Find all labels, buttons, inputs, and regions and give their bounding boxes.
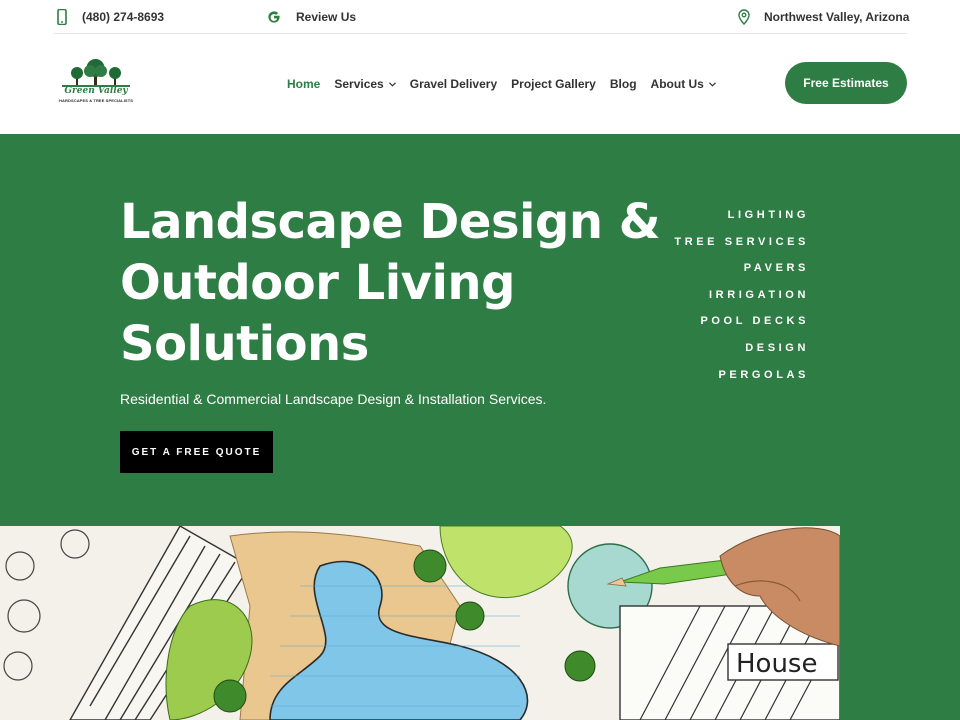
trees-logo-icon: [62, 59, 130, 87]
nav-item-project-gallery[interactable]: Project Gallery: [511, 77, 596, 91]
landscape-plan-illustration: House: [0, 526, 840, 720]
nav-item-home[interactable]: Home: [287, 77, 320, 91]
nav-label: Gravel Delivery: [409, 77, 498, 91]
site-header: Green Valley HARDSCAPES & TREE SPECIALIS…: [0, 34, 960, 134]
service-link-design[interactable]: DESIGN: [674, 335, 809, 362]
nav-label: Project Gallery: [511, 77, 596, 91]
hero-title-line: Outdoor Living: [120, 255, 515, 311]
phone-number: (480) 274-8693: [82, 10, 165, 24]
service-link-irrigation[interactable]: IRRIGATION: [674, 282, 809, 309]
review-link[interactable]: Review Us: [266, 6, 356, 28]
nav-item-blog[interactable]: Blog: [610, 77, 637, 91]
top-bar: (480) 274-8693 Review Us Northwest Valle…: [0, 0, 960, 34]
phone-link[interactable]: (480) 274-8693: [56, 6, 164, 28]
service-link-tree-services[interactable]: TREE SERVICES: [674, 229, 809, 256]
main-nav: Home Services Gravel Delivery Project Ga…: [287, 75, 730, 93]
nav-label: Blog: [609, 77, 637, 91]
chevron-down-icon: [388, 81, 396, 87]
service-link-lighting[interactable]: LIGHTING: [674, 202, 809, 229]
nav-item-gravel-delivery[interactable]: Gravel Delivery: [410, 77, 497, 91]
house-label: House: [736, 649, 817, 679]
google-icon: [266, 9, 282, 25]
nav-item-services[interactable]: Services: [334, 77, 396, 91]
hero-subtitle: Residential & Commercial Landscape Desig…: [120, 391, 547, 407]
logo-name: Green Valley: [64, 86, 128, 96]
phone-icon: [56, 9, 68, 25]
nav-label: Home: [287, 77, 321, 91]
service-link-pergolas[interactable]: PERGOLAS: [674, 362, 809, 389]
nav-label: Services: [334, 77, 384, 91]
location-link[interactable]: Northwest Valley, Arizona: [738, 6, 909, 28]
map-pin-icon: [738, 9, 750, 25]
hero-title: Landscape Design & Outdoor Living Soluti…: [120, 192, 661, 375]
location-label: Northwest Valley, Arizona: [764, 10, 910, 24]
service-link-pool-decks[interactable]: POOL DECKS: [674, 308, 809, 335]
hero-section: Landscape Design & Outdoor Living Soluti…: [0, 134, 960, 720]
chevron-down-icon: [708, 81, 716, 87]
services-list: LIGHTING TREE SERVICES PAVERS IRRIGATION…: [674, 202, 809, 388]
free-estimates-button[interactable]: Free Estimates: [785, 62, 907, 104]
get-free-quote-button[interactable]: GET A FREE QUOTE: [120, 431, 273, 473]
hero-title-line: Solutions: [120, 316, 369, 372]
hero-title-line: Landscape Design &: [120, 194, 661, 250]
service-link-pavers[interactable]: PAVERS: [674, 255, 809, 282]
site-logo[interactable]: Green Valley HARDSCAPES & TREE SPECIALIS…: [58, 58, 134, 110]
logo-tagline: HARDSCAPES & TREE SPECIALISTS: [58, 98, 134, 103]
nav-label: About Us: [650, 77, 704, 91]
nav-item-about-us[interactable]: About Us: [651, 77, 716, 91]
review-label: Review Us: [296, 10, 357, 24]
